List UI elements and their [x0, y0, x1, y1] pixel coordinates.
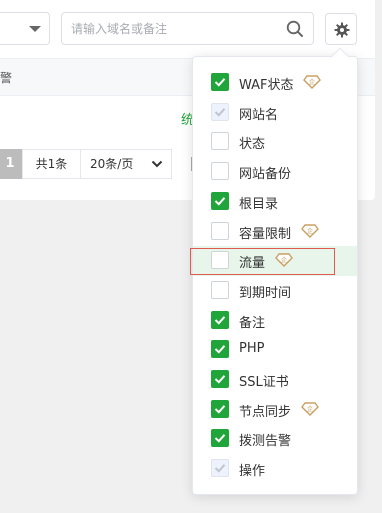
page-current[interactable]: 1	[0, 149, 22, 179]
column-option[interactable]: 节点同步 企	[193, 395, 357, 425]
column-option[interactable]: 备注	[193, 306, 357, 336]
checkmark-icon	[214, 315, 226, 325]
column-option[interactable]: 到期时间	[193, 276, 357, 306]
column-checkbox[interactable]	[211, 370, 229, 388]
search-icon[interactable]	[285, 19, 305, 39]
column-header-alert: 警	[0, 71, 13, 85]
page-total: 共1条	[22, 149, 81, 179]
gem-icon: 企	[303, 75, 321, 89]
column-checkbox[interactable]	[211, 132, 229, 151]
column-option[interactable]: WAF状态 企	[193, 68, 357, 98]
search-box	[61, 12, 314, 45]
column-option-label: 网站名	[239, 107, 279, 123]
column-settings-dropdown: WAF状态企网站名 状态 网站备份 根目录 容量限制企流量企到期时间 备注 PHP SSL证书…	[192, 47, 358, 495]
category-select[interactable]	[0, 12, 50, 45]
column-option-label: 备注	[239, 315, 266, 331]
column-option-label: 操作	[239, 464, 266, 480]
page-size-label: 20条/页	[90, 157, 134, 171]
checkmark-icon	[214, 404, 226, 414]
column-option[interactable]: 拨测告警	[193, 424, 357, 454]
column-checkbox[interactable]	[211, 73, 229, 91]
column-checkbox[interactable]	[211, 429, 229, 448]
column-option-label: 拨测告警	[239, 434, 292, 450]
checkmark-icon	[214, 464, 226, 473]
column-option-label: 容量限制	[239, 226, 292, 242]
column-checkbox[interactable]	[211, 340, 229, 359]
column-checkbox[interactable]	[211, 191, 229, 210]
column-checkbox[interactable]	[211, 310, 229, 329]
svg-text:企: 企	[307, 227, 313, 235]
column-option[interactable]: 根目录	[193, 187, 357, 217]
checkmark-icon	[214, 434, 226, 444]
caret-down-icon	[29, 26, 41, 32]
chevron-down-icon	[151, 160, 163, 168]
svg-text:企: 企	[309, 78, 315, 86]
column-option-label: 节点同步	[239, 404, 292, 420]
column-option-label: 网站备份	[239, 167, 292, 183]
svg-text:企: 企	[307, 405, 313, 413]
column-settings-button[interactable]	[325, 13, 357, 45]
column-option-label: PHP	[239, 341, 265, 357]
page-size-select[interactable]: 20条/页	[81, 149, 172, 179]
highlight-box	[190, 248, 335, 275]
checkmark-icon	[214, 196, 226, 206]
checkmark-icon	[214, 107, 226, 117]
gear-icon	[334, 22, 350, 38]
column-option-label: 状态	[239, 137, 266, 153]
column-option-label: 根目录	[239, 196, 279, 212]
column-option-label: 到期时间	[239, 285, 292, 301]
column-option[interactable]: PHP	[193, 335, 357, 365]
column-checkbox	[211, 459, 229, 478]
column-option[interactable]: 操作	[193, 454, 357, 484]
column-option[interactable]: SSL证书	[193, 365, 357, 395]
column-option[interactable]: 容量限制 企	[193, 217, 357, 247]
checkmark-icon	[214, 375, 226, 384]
column-option[interactable]: 网站名	[193, 98, 357, 128]
checkmark-icon	[214, 78, 226, 87]
search-input[interactable]	[62, 13, 277, 44]
gem-icon: 企	[301, 401, 319, 416]
gem-icon: 企	[301, 223, 319, 238]
column-checkbox[interactable]	[211, 280, 229, 299]
column-option-label: SSL证书	[239, 375, 289, 390]
column-checkbox[interactable]	[211, 162, 229, 181]
column-option[interactable]: 网站备份	[193, 157, 357, 187]
column-checkbox[interactable]	[211, 221, 229, 240]
column-checkbox	[211, 102, 229, 121]
column-checkbox[interactable]	[211, 399, 229, 418]
column-option-label: WAF状态	[239, 78, 294, 93]
column-option[interactable]: 状态	[193, 127, 357, 157]
checkmark-icon	[214, 345, 226, 354]
